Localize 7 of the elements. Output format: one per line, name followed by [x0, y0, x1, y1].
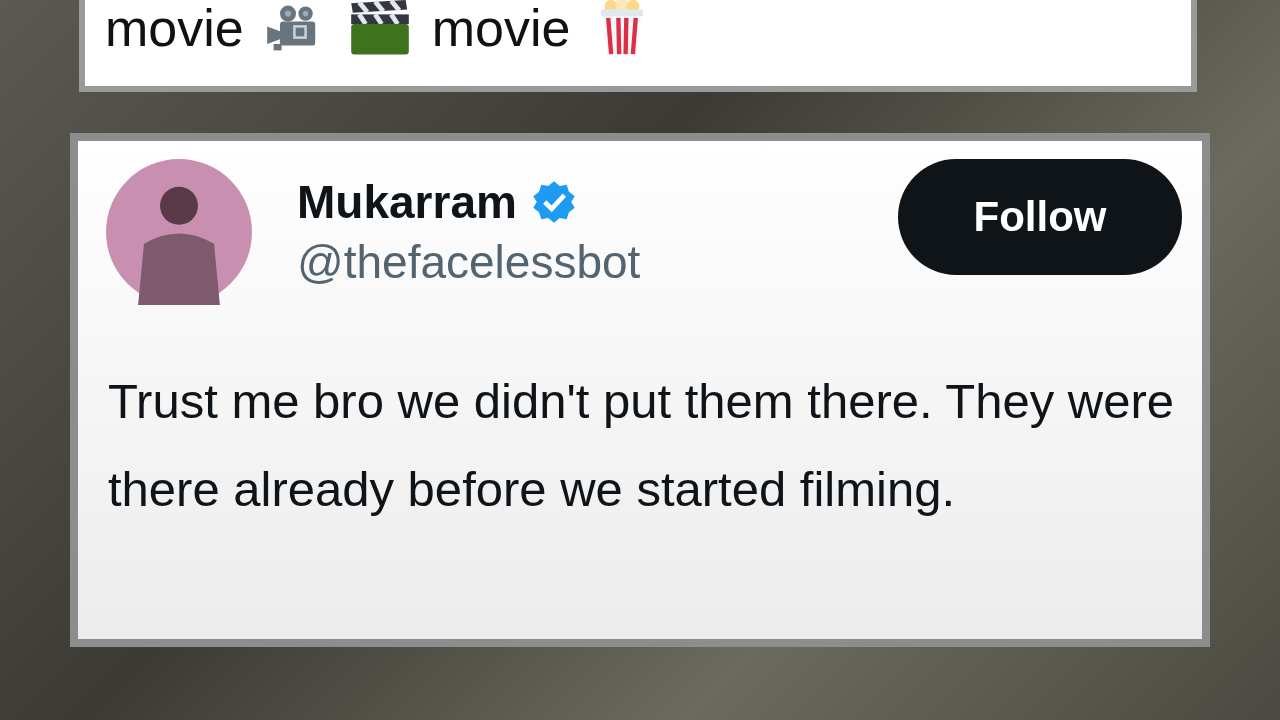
- post-text: movie: [105, 2, 244, 54]
- avatar-icon: [106, 159, 252, 305]
- user-name: Mukarram: [297, 175, 517, 229]
- user-handle: @thefacelessbot: [297, 235, 642, 289]
- post-text: movie: [431, 2, 571, 54]
- tweet-text: Trust me bro we didn't put them there. They were there already before we started filming.: [108, 373, 1176, 518]
- follow-button[interactable]: Follow: [898, 159, 1182, 275]
